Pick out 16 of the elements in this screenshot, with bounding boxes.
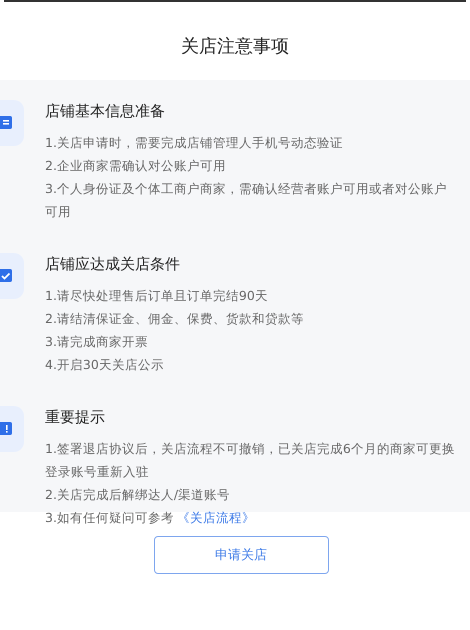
apply-close-button[interactable]: 申请关店 bbox=[154, 536, 328, 574]
notice-item: 2.关店完成后解绑达人/渠道账号 bbox=[45, 486, 232, 504]
section-heading: 店铺基本信息准备 bbox=[45, 102, 166, 121]
section-heading: 重要提示 bbox=[45, 408, 106, 427]
notice-item: 1.签署退店协议后，关店流程不可撤销，已关店完成6个月的商家可更换登录账号重新入驻 bbox=[45, 440, 455, 481]
notice-item: 1.关店申请时，需要完成店铺管理人手机号动态验证 bbox=[45, 134, 344, 152]
notice-item: 1.请尽快处理售后订单且订单完结90天 bbox=[45, 287, 269, 305]
dialog-title: 关店注意事项 bbox=[180, 35, 290, 59]
section-heading: 店铺应达成关店条件 bbox=[45, 255, 181, 274]
notice-item: 2.企业商家需确认对公账户可用 bbox=[45, 157, 227, 175]
notice-item: 4.开启30天关店公示 bbox=[45, 356, 165, 374]
process-link[interactable]: 《关店流程》 bbox=[176, 510, 255, 525]
notice-item: 3.请完成商家开票 bbox=[45, 333, 149, 351]
notice-item: 3.个人身份证及个体工商户商家，需确认经营者账户可用或者对公账户可用 bbox=[45, 180, 448, 221]
notice-item: 3.如有任何疑问可参考 《关店流程》 bbox=[45, 509, 256, 527]
notice-item: 2.请结清保证金、佣金、保费、货款和贷款等 bbox=[45, 310, 305, 328]
